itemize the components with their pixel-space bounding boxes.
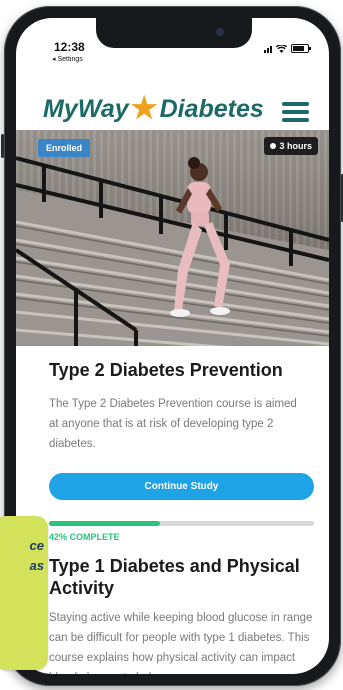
course-list: Type 2 Diabetes Prevention The Type 2 Di… [16, 346, 329, 674]
course-progress-fill [49, 521, 161, 526]
back-to-settings-link[interactable]: ◂ Settings [52, 55, 83, 63]
course-description: The Type 2 Diabetes Prevention course is… [49, 398, 297, 450]
status-icons [264, 44, 311, 53]
callout-line-2: as [29, 558, 44, 573]
battery-icon [291, 44, 311, 53]
course-progress-label: 42% COMPLETE [49, 532, 120, 542]
course-title[interactable]: Type 2 Diabetes Prevention [49, 360, 283, 381]
course-progress-bar [49, 521, 314, 526]
course-hero-image[interactable] [16, 130, 329, 346]
duration-badge: 3 hours [264, 137, 318, 155]
camera-icon [216, 28, 224, 36]
brand-name-right: Diabetes [159, 94, 264, 123]
hamburger-menu-icon[interactable] [282, 102, 309, 122]
enrolled-badge: Enrolled [38, 139, 91, 157]
phone-screen: 12:38 ◂ Settings MyWay ★ Diabetes Enroll… [16, 18, 329, 674]
phone-frame: 12:38 ◂ Settings MyWay ★ Diabetes Enroll… [1, 6, 343, 686]
stairs-illustration [16, 156, 329, 346]
brand-logo[interactable]: MyWay ★ Diabetes [43, 94, 264, 124]
side-button-left [1, 134, 4, 158]
signal-icon [264, 46, 272, 53]
callout-line-1: ce [29, 538, 44, 553]
wifi-icon [276, 45, 287, 53]
continue-study-button[interactable]: Continue Study [49, 473, 314, 500]
clock-icon [270, 143, 277, 149]
callout-text: ce as [30, 536, 44, 576]
callout-note: ce as [0, 516, 48, 670]
duration-label: 3 hours [279, 141, 312, 151]
course-description: Staying active while keeping blood gluco… [49, 612, 313, 674]
notch [96, 18, 252, 48]
brand-name-left: MyWay [43, 94, 129, 123]
star-icon: ★ [130, 92, 158, 125]
course-title[interactable]: Type 1 Diabetes and Physical Activity [49, 555, 309, 599]
status-time: 12:38 [54, 40, 85, 54]
